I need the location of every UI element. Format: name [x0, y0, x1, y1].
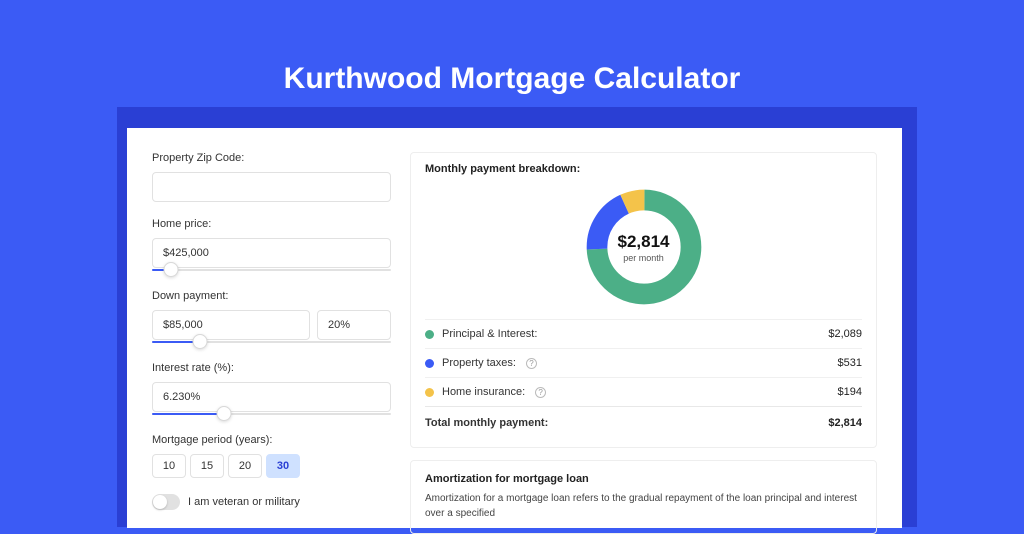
legend-insurance-value: $194	[838, 386, 862, 398]
legend-principal-row: Principal & Interest: $2,089	[425, 319, 862, 348]
legend-taxes-value: $531	[838, 357, 862, 369]
veteran-toggle[interactable]	[152, 494, 180, 510]
veteran-toggle-row: I am veteran or military	[152, 494, 392, 510]
donut-wrap: $2,814 per month	[425, 181, 862, 319]
legend-total-row: Total monthly payment: $2,814	[425, 406, 862, 437]
form-panel: Property Zip Code: Home price: Down paym…	[127, 128, 392, 528]
donut-center: $2,814 per month	[582, 185, 706, 309]
rate-input[interactable]	[152, 382, 391, 412]
info-icon[interactable]: ?	[526, 358, 537, 369]
breakdown-title: Monthly payment breakdown:	[425, 163, 862, 175]
amort-text: Amortization for a mortgage loan refers …	[425, 491, 862, 521]
rate-field: Interest rate (%):	[152, 362, 392, 418]
legend-insurance-label: Home insurance:	[442, 386, 525, 398]
donut-chart: $2,814 per month	[582, 185, 706, 309]
amort-title: Amortization for mortgage loan	[425, 473, 862, 485]
dot-blue-icon	[425, 359, 434, 368]
rate-slider[interactable]	[152, 410, 391, 418]
calculator-card: Property Zip Code: Home price: Down paym…	[127, 128, 902, 528]
period-30-button[interactable]: 30	[266, 454, 300, 478]
home-price-input[interactable]	[152, 238, 391, 268]
zip-field: Property Zip Code:	[152, 152, 392, 202]
down-payment-label: Down payment:	[152, 290, 392, 302]
zip-input[interactable]	[152, 172, 391, 202]
rate-slider-thumb[interactable]	[216, 406, 231, 421]
donut-sub: per month	[623, 253, 664, 263]
down-percent-input[interactable]	[317, 310, 391, 340]
home-price-slider[interactable]	[152, 266, 391, 274]
amortization-card: Amortization for mortgage loan Amortizat…	[410, 460, 877, 534]
legend-taxes-row: Property taxes: ? $531	[425, 348, 862, 377]
veteran-label: I am veteran or military	[188, 496, 300, 508]
home-price-slider-thumb[interactable]	[164, 262, 179, 277]
rate-label: Interest rate (%):	[152, 362, 392, 374]
legend-taxes-label: Property taxes:	[442, 357, 516, 369]
page-title: Kurthwood Mortgage Calculator	[0, 0, 1024, 124]
home-price-field: Home price:	[152, 218, 392, 274]
period-10-button[interactable]: 10	[152, 454, 186, 478]
total-label: Total monthly payment:	[425, 417, 548, 429]
period-options: 10 15 20 30	[152, 454, 392, 478]
down-slider-thumb[interactable]	[192, 334, 207, 349]
info-icon[interactable]: ?	[535, 387, 546, 398]
down-payment-field: Down payment:	[152, 290, 392, 346]
period-20-button[interactable]: 20	[228, 454, 262, 478]
dot-yellow-icon	[425, 388, 434, 397]
down-payment-slider[interactable]	[152, 338, 391, 346]
legend-principal-value: $2,089	[828, 328, 862, 340]
legend-insurance-row: Home insurance: ? $194	[425, 377, 862, 406]
zip-label: Property Zip Code:	[152, 152, 392, 164]
legend-principal-label: Principal & Interest:	[442, 328, 537, 340]
results-panel: Monthly payment breakdown: $2,814 per mo…	[392, 128, 902, 528]
total-value: $2,814	[828, 417, 862, 429]
period-15-button[interactable]: 15	[190, 454, 224, 478]
home-price-label: Home price:	[152, 218, 392, 230]
period-field: Mortgage period (years): 10 15 20 30	[152, 434, 392, 478]
rate-slider-fill	[152, 413, 224, 415]
donut-amount: $2,814	[618, 232, 670, 252]
dot-green-icon	[425, 330, 434, 339]
breakdown-card: Monthly payment breakdown: $2,814 per mo…	[410, 152, 877, 448]
period-label: Mortgage period (years):	[152, 434, 392, 446]
down-amount-input[interactable]	[152, 310, 310, 340]
